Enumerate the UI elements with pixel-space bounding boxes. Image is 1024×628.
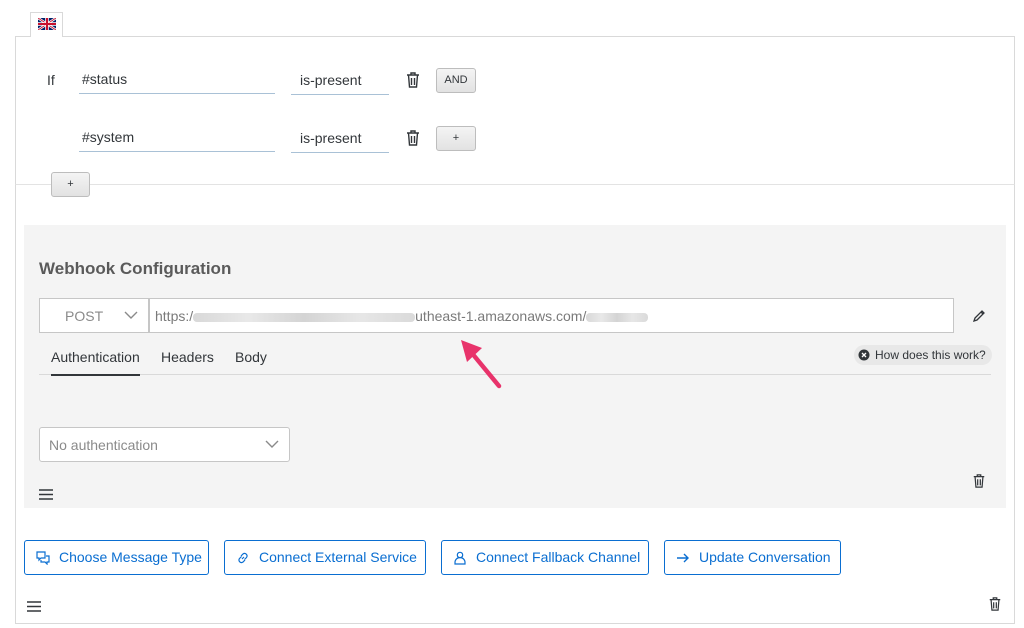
connect-fallback-channel-label: Connect Fallback Channel xyxy=(476,549,641,565)
url-redacted xyxy=(193,312,416,322)
authentication-select[interactable]: No authentication xyxy=(39,427,290,462)
tab-headers[interactable]: Headers xyxy=(161,349,214,365)
chevron-down-icon xyxy=(265,440,279,448)
url-redacted xyxy=(586,312,649,322)
connect-external-service-button[interactable]: Connect External Service xyxy=(224,540,426,575)
update-conversation-label: Update Conversation xyxy=(699,549,831,565)
url-prefix: https:/ xyxy=(155,308,194,324)
condition-field-system[interactable]: #system xyxy=(79,124,275,152)
url-domain: utheast-1.amazonaws.com/ xyxy=(415,308,587,324)
uk-flag-icon xyxy=(38,18,56,30)
link-icon xyxy=(238,552,248,564)
language-tab-en[interactable] xyxy=(30,12,63,37)
user-icon xyxy=(454,551,466,565)
annotation-arrow-icon xyxy=(461,340,502,389)
arrow-right-icon xyxy=(677,553,689,563)
message-icon xyxy=(36,551,50,565)
and-button[interactable]: AND xyxy=(436,68,476,93)
tab-body[interactable]: Body xyxy=(235,349,267,365)
trash-icon[interactable] xyxy=(988,596,1002,612)
trash-icon[interactable] xyxy=(972,473,986,489)
tab-authentication[interactable]: Authentication xyxy=(51,349,140,376)
http-method-value: POST xyxy=(65,308,104,324)
webhook-tabs: Authentication Headers Body xyxy=(39,343,991,376)
condition-field-status[interactable]: #status xyxy=(79,66,275,94)
choose-message-type-button[interactable]: Choose Message Type xyxy=(24,540,209,575)
trash-icon[interactable] xyxy=(405,71,421,89)
help-icon xyxy=(858,349,870,361)
trash-icon[interactable] xyxy=(405,129,421,147)
hamburger-icon[interactable] xyxy=(27,601,41,612)
webhook-url-input[interactable]: https:/ utheast-1.amazonaws.com/ xyxy=(149,298,954,333)
connect-external-service-label: Connect External Service xyxy=(259,549,417,565)
choose-message-type-label: Choose Message Type xyxy=(59,549,202,565)
how-does-this-work-button[interactable]: How does this work? xyxy=(854,345,992,365)
update-conversation-button[interactable]: Update Conversation xyxy=(664,540,841,575)
if-label: If xyxy=(47,72,55,88)
condition-operator-status[interactable]: is-present xyxy=(291,67,389,95)
http-method-select[interactable]: POST xyxy=(39,298,149,333)
webhook-panel: Webhook Configuration POST https:/ utheas… xyxy=(24,225,1006,508)
condition-panel xyxy=(15,36,1015,184)
add-and-button[interactable]: + xyxy=(436,126,476,151)
webhook-title: Webhook Configuration xyxy=(39,259,232,278)
connect-fallback-channel-button[interactable]: Connect Fallback Channel xyxy=(441,540,649,575)
help-label: How does this work? xyxy=(875,348,986,362)
pencil-icon[interactable] xyxy=(972,309,986,323)
chevron-down-icon xyxy=(124,311,138,319)
hamburger-icon[interactable] xyxy=(39,489,53,500)
condition-operator-system[interactable]: is-present xyxy=(291,125,389,153)
authentication-value: No authentication xyxy=(49,437,158,453)
add-condition-button[interactable]: + xyxy=(51,172,90,197)
